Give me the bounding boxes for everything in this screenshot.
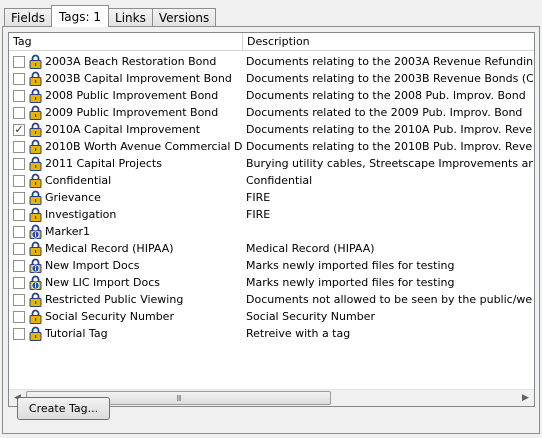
tag-name: New LIC Import Docs xyxy=(45,276,161,289)
table-row[interactable]: Investigation FIRE xyxy=(9,206,534,223)
table-row[interactable]: Tutorial Tag Retreive with a tag xyxy=(9,325,534,342)
tag-description: FIRE xyxy=(246,208,271,221)
tag-checkbox[interactable] xyxy=(13,310,25,323)
tab-strip: Fields Tags: 1 Links Versions xyxy=(4,5,217,27)
tag-checkbox[interactable] xyxy=(13,157,25,170)
tag-name: Restricted Public Viewing xyxy=(45,293,184,306)
table-body: 2003A Beach Restoration Bond Documents re… xyxy=(9,53,534,342)
tag-checkbox[interactable] xyxy=(13,276,25,289)
tag-description: Confidential xyxy=(246,174,313,187)
table-row[interactable]: Marker1 xyxy=(9,223,534,240)
tag-name: 2010B Worth Avenue Commercial District xyxy=(45,140,243,153)
info-lock-icon xyxy=(29,258,42,273)
scroll-right-icon[interactable]: ▶ xyxy=(517,390,534,406)
lock-icon xyxy=(29,54,42,69)
lock-icon xyxy=(29,122,42,137)
table-row[interactable]: Grievance FIRE xyxy=(9,189,534,206)
table-row[interactable]: Confidential Confidential xyxy=(9,172,534,189)
tag-checkbox[interactable] xyxy=(13,327,25,340)
tab-versions[interactable]: Versions xyxy=(151,8,217,27)
tag-name: 2009 Public Improvement Bond xyxy=(45,106,219,119)
tag-checkbox[interactable] xyxy=(13,89,25,102)
tag-description: Documents not allowed to be seen by the … xyxy=(246,293,533,306)
lock-icon xyxy=(29,173,42,188)
tag-name: Social Security Number xyxy=(45,310,174,323)
tag-checkbox[interactable] xyxy=(13,293,25,306)
tag-checkbox[interactable] xyxy=(13,259,25,272)
tags-table: Tag Description 2003A Beach Restoration … xyxy=(8,32,535,407)
tag-name: 2003B Capital Improvement Bond xyxy=(45,72,232,85)
info-lock-icon xyxy=(29,224,42,239)
tag-name: New Import Docs xyxy=(45,259,140,272)
tag-checkbox[interactable] xyxy=(13,174,25,187)
table-row[interactable]: New LIC Import Docs Marks newly imported … xyxy=(9,274,534,291)
info-lock-icon xyxy=(29,275,42,290)
tag-description: Burying utility cables, Streetscape Impr… xyxy=(246,157,533,170)
lock-icon xyxy=(29,190,42,205)
scrollbar-grip: III xyxy=(176,393,181,403)
tag-description: Documents relating to the 2010B Pub. Imp… xyxy=(246,140,533,153)
tag-description: Medical Record (HIPAA) xyxy=(246,242,375,255)
lock-icon xyxy=(29,88,42,103)
tag-checkbox[interactable] xyxy=(13,55,25,68)
column-header-tag[interactable]: Tag xyxy=(9,33,243,51)
tag-description: Marks newly imported files for testing xyxy=(246,276,455,289)
table-row[interactable]: New Import Docs Marks newly imported file… xyxy=(9,257,534,274)
tag-name: Medical Record (HIPAA) xyxy=(45,242,174,255)
lock-icon xyxy=(29,71,42,86)
column-header-description[interactable]: Description xyxy=(243,33,534,51)
tag-name: 2011 Capital Projects xyxy=(45,157,162,170)
tag-checkbox[interactable]: ✓ xyxy=(13,123,25,136)
tab-fields[interactable]: Fields xyxy=(4,8,52,27)
tag-description: Documents relating to the 2010A Pub. Imp… xyxy=(246,123,533,136)
table-row[interactable]: ✓ 2010A Capital Improvement Documents rela… xyxy=(9,121,534,138)
tag-name: 2010A Capital Improvement xyxy=(45,123,201,136)
lock-icon xyxy=(29,139,42,154)
tag-description: Documents related to the 2009 Pub. Impro… xyxy=(246,106,523,119)
tag-checkbox[interactable] xyxy=(13,140,25,153)
tag-checkbox[interactable] xyxy=(13,225,25,238)
tag-checkbox[interactable] xyxy=(13,242,25,255)
table-header: Tag Description xyxy=(9,33,534,51)
table-row[interactable]: Medical Record (HIPAA) Medical Record (HI… xyxy=(9,240,534,257)
tag-checkbox[interactable] xyxy=(13,106,25,119)
tag-name: Grievance xyxy=(45,191,101,204)
tag-checkbox[interactable] xyxy=(13,191,25,204)
tag-description: Marks newly imported files for testing xyxy=(246,259,455,272)
lock-icon xyxy=(29,241,42,256)
table-row[interactable]: 2008 Public Improvement Bond Documents re… xyxy=(9,87,534,104)
lock-icon xyxy=(29,105,42,120)
table-row[interactable]: 2010B Worth Avenue Commercial DistrictDo… xyxy=(9,138,534,155)
tab-tags[interactable]: Tags: 1 xyxy=(50,5,110,27)
tag-checkbox[interactable] xyxy=(13,72,25,85)
table-row[interactable]: 2003A Beach Restoration Bond Documents re… xyxy=(9,53,534,70)
tags-panel: Tag Description 2003A Beach Restoration … xyxy=(2,26,540,434)
tag-description: FIRE xyxy=(246,191,271,204)
table-row[interactable]: Restricted Public Viewing Documents not a… xyxy=(9,291,534,308)
lock-icon xyxy=(29,156,42,171)
tag-description: Documents relating to the 2008 Pub. Impr… xyxy=(246,89,526,102)
lock-icon xyxy=(29,207,42,222)
tag-name: Investigation xyxy=(45,208,117,221)
create-tag-button[interactable]: Create Tag... xyxy=(17,397,110,420)
tag-description: Documents relating to the 2003A Revenue … xyxy=(246,55,533,68)
lock-icon xyxy=(29,326,42,341)
tag-checkbox[interactable] xyxy=(13,208,25,221)
tag-description: Retreive with a tag xyxy=(246,327,351,340)
tag-name: 2008 Public Improvement Bond xyxy=(45,89,219,102)
tag-name: Tutorial Tag xyxy=(45,327,108,340)
table-row[interactable]: Social Security Number Social Security Nu… xyxy=(9,308,534,325)
table-row[interactable]: 2011 Capital Projects Burying utility cab… xyxy=(9,155,534,172)
lock-icon xyxy=(29,292,42,307)
tag-name: 2003A Beach Restoration Bond xyxy=(45,55,217,68)
lock-icon xyxy=(29,309,42,324)
table-row[interactable]: 2009 Public Improvement Bond Documents re… xyxy=(9,104,534,121)
tag-description: Documents relating to the 2003B Revenue … xyxy=(246,72,533,85)
tag-name: Confidential xyxy=(45,174,112,187)
tab-links[interactable]: Links xyxy=(108,8,153,27)
table-row[interactable]: 2003B Capital Improvement Bond Documents … xyxy=(9,70,534,87)
tag-description: Social Security Number xyxy=(246,310,375,323)
tag-name: Marker1 xyxy=(45,225,91,238)
